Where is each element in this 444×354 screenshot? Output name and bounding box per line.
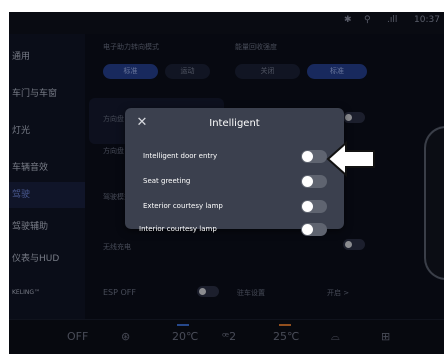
seat-greeting-toggle[interactable]: [301, 175, 327, 188]
exterior-lamp-toggle[interactable]: [301, 200, 327, 213]
exterior-lamp-label: Exterior courtesy lamp: [143, 202, 223, 210]
toggle-knob: [302, 151, 313, 162]
toggle-knob: [302, 176, 313, 187]
settings-screen: ✱ ⚲ .ıll 10:37 通用 车门与车窗 灯光 车辆音效 驾驶 驾驶辅助 …: [0, 0, 444, 354]
seat-greeting-label: Seat greeting: [143, 177, 191, 185]
setting-row-door-entry: Intelligent door entry: [125, 148, 344, 170]
toggle-knob: [302, 224, 313, 235]
interior-lamp-toggle[interactable]: [301, 223, 327, 236]
interior-lamp-label: Interior courtesy lamp: [139, 225, 217, 233]
intelligent-dialog: ✕ Intelligent Intelligent door entry Sea…: [125, 108, 344, 236]
pointer-arrow-icon: [326, 140, 375, 178]
top-white-margin: [0, 0, 444, 12]
setting-row-interior-lamp: Interior courtesy lamp: [125, 221, 344, 243]
door-entry-label: Intelligent door entry: [143, 152, 218, 160]
setting-row-exterior-lamp: Exterior courtesy lamp: [125, 198, 344, 220]
door-entry-toggle[interactable]: [301, 150, 327, 163]
setting-row-seat-greeting: Seat greeting: [125, 173, 344, 195]
left-white-margin: [0, 0, 9, 354]
dialog-title: Intelligent: [209, 118, 260, 129]
toggle-knob: [302, 201, 313, 212]
